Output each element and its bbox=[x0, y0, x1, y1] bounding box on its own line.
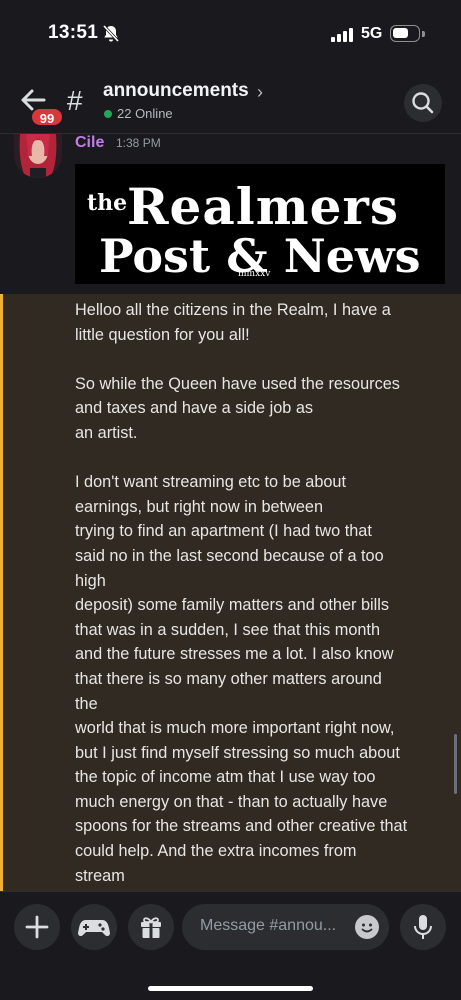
voice-message-button[interactable] bbox=[400, 904, 446, 950]
banner-year: mmxxv bbox=[238, 269, 271, 279]
gift-icon bbox=[141, 917, 161, 938]
microphone-icon bbox=[414, 915, 432, 939]
status-bar: 13:51 5G bbox=[0, 0, 461, 68]
emoji-icon[interactable] bbox=[355, 915, 379, 939]
add-attachment-button[interactable] bbox=[14, 904, 60, 950]
message-highlight[interactable]: Helloo all the citizens in the Realm, I … bbox=[0, 294, 461, 891]
channel-header: 99 # announcements › 22 Online bbox=[0, 68, 461, 134]
unread-badge: 99 bbox=[30, 107, 64, 127]
bell-slash-icon bbox=[102, 24, 120, 43]
banner-prefix: the bbox=[87, 190, 127, 216]
banner-image[interactable]: the Realmers Post & News mmxxv bbox=[75, 164, 445, 284]
message-timestamp: 1:38 PM bbox=[116, 136, 161, 150]
banner-line1: Realmers bbox=[127, 177, 399, 236]
message-input-placeholder: Message #annou... bbox=[200, 917, 337, 934]
chevron-right-icon[interactable]: › bbox=[257, 82, 263, 103]
network-type: 5G bbox=[361, 25, 383, 42]
hash-icon: # bbox=[67, 85, 83, 116]
search-icon bbox=[412, 92, 434, 114]
signal-icon bbox=[331, 28, 355, 42]
channel-name[interactable]: announcements bbox=[103, 80, 249, 102]
battery-icon bbox=[390, 25, 420, 42]
message-author[interactable]: Cile bbox=[75, 134, 104, 152]
message-input[interactable]: Message #annou... bbox=[182, 904, 389, 950]
battery-tip bbox=[422, 31, 425, 37]
message-list[interactable]: Cile 1:38 PM the Realmers Post & News mm… bbox=[0, 134, 461, 891]
gamepad-icon bbox=[78, 920, 110, 937]
home-indicator[interactable] bbox=[148, 986, 313, 991]
message-composer: Message #annou... bbox=[0, 891, 461, 1000]
online-indicator bbox=[104, 110, 112, 118]
status-time: 13:51 bbox=[48, 22, 99, 43]
avatar[interactable] bbox=[14, 134, 62, 178]
search-button[interactable] bbox=[404, 84, 442, 122]
activities-button[interactable] bbox=[71, 904, 117, 950]
message-body: Helloo all the citizens in the Realm, I … bbox=[75, 301, 408, 885]
gift-button[interactable] bbox=[128, 904, 174, 950]
scrollbar[interactable] bbox=[454, 734, 457, 794]
plus-icon bbox=[25, 915, 49, 939]
online-count: 22 Online bbox=[117, 106, 173, 121]
